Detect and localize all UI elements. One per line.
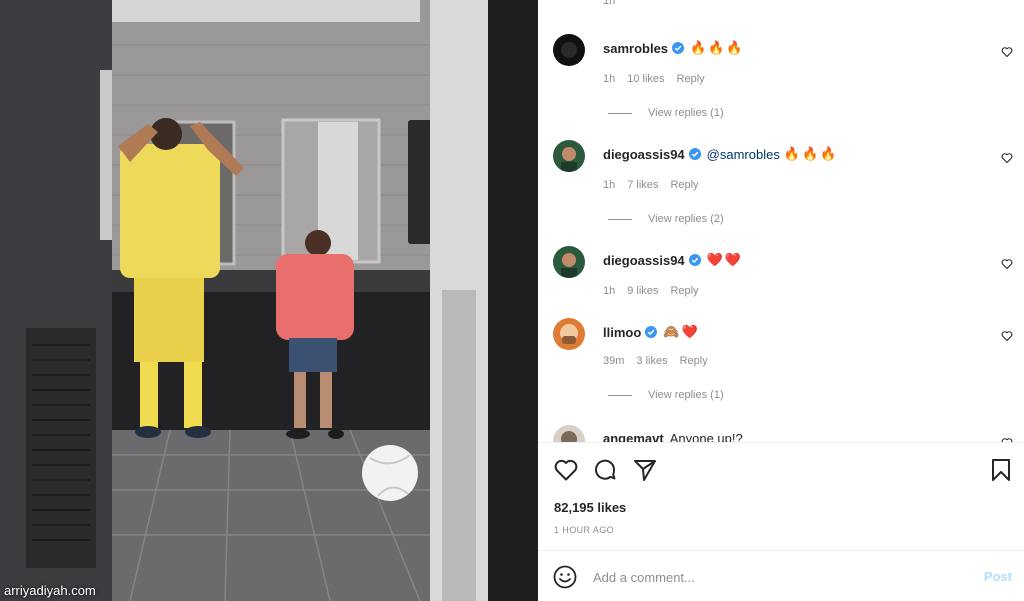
view-replies-label: View replies (1) xyxy=(648,107,724,119)
comment-input[interactable] xyxy=(593,566,963,588)
watermark: arriyadiyah.com xyxy=(4,583,96,598)
reply-button[interactable]: Reply xyxy=(677,73,705,85)
verified-badge-icon xyxy=(645,326,658,338)
comment-username[interactable]: angemavt xyxy=(603,431,664,442)
comment-likes[interactable]: 3 likes xyxy=(636,355,667,367)
comments-list[interactable]: 1h samrobles 🔥 🔥 🔥 1h 10 likes Reply Vie… xyxy=(538,0,1024,442)
comment-time: 1h xyxy=(603,73,616,85)
comment-time: 1h xyxy=(603,285,616,297)
comment-time: 39m xyxy=(603,355,625,367)
view-replies-button[interactable]: View replies (1) xyxy=(608,389,724,401)
comment-likes[interactable]: 10 likes xyxy=(627,73,664,85)
heart-icon[interactable] xyxy=(1001,258,1013,270)
comment-time: 1h xyxy=(603,179,616,191)
fire-emoji: 🔥 xyxy=(820,146,837,161)
previous-comment-time: 1h xyxy=(603,0,616,7)
view-replies-label: View replies (2) xyxy=(648,213,724,225)
comment-likes[interactable]: 7 likes xyxy=(627,179,658,191)
comment-icon[interactable] xyxy=(592,457,618,483)
view-replies-button[interactable]: View replies (2) xyxy=(608,213,724,225)
heart-icon[interactable] xyxy=(1001,330,1013,342)
avatar[interactable] xyxy=(553,425,585,442)
add-comment-bar: Post xyxy=(538,550,1024,601)
heart-icon[interactable] xyxy=(1001,152,1013,164)
post-button[interactable]: Post xyxy=(984,569,1012,584)
reply-button[interactable]: Reply xyxy=(670,179,698,191)
fire-emoji: 🔥 xyxy=(802,146,819,161)
red-heart-emoji: ❤️ xyxy=(706,252,723,267)
post-side-panel: 1h samrobles 🔥 🔥 🔥 1h 10 likes Reply Vie… xyxy=(538,0,1024,601)
see-no-evil-emoji: 🙈 xyxy=(663,324,680,339)
likes-count[interactable]: 82,195 likes xyxy=(554,500,626,515)
post-timestamp: 1 HOUR AGO xyxy=(554,525,615,535)
comment-username[interactable]: llimoo xyxy=(603,325,641,340)
view-replies-button[interactable]: View replies (1) xyxy=(608,107,724,119)
reply-button[interactable]: Reply xyxy=(670,285,698,297)
smiley-icon[interactable] xyxy=(553,565,577,589)
red-heart-emoji: ❤️ xyxy=(681,324,698,339)
comment-username[interactable]: diegoassis94 xyxy=(603,253,685,268)
locker-room-photo xyxy=(0,0,538,601)
comment-likes[interactable]: 9 likes xyxy=(627,285,658,297)
paper-plane-icon[interactable] xyxy=(632,457,658,483)
post-actions: 82,195 likes 1 HOUR AGO xyxy=(538,442,1024,550)
fire-emoji: 🔥 xyxy=(783,146,801,161)
reply-button[interactable]: Reply xyxy=(680,355,708,367)
fire-emoji: 🔥 xyxy=(726,40,743,55)
avatar[interactable] xyxy=(553,140,585,172)
avatar[interactable] xyxy=(553,34,585,66)
fire-emoji: 🔥 xyxy=(708,40,725,55)
comment-text: Anyone up!? xyxy=(669,431,743,442)
heart-icon[interactable] xyxy=(1001,46,1013,58)
bookmark-icon[interactable] xyxy=(988,457,1014,483)
post-photo[interactable]: arriyadiyah.com xyxy=(0,0,538,601)
heart-icon[interactable] xyxy=(553,457,579,483)
comment-username[interactable]: diegoassis94 xyxy=(603,147,685,162)
verified-badge-icon xyxy=(688,148,701,160)
red-heart-emoji: ❤️ xyxy=(724,252,742,267)
verified-badge-icon xyxy=(688,254,701,266)
mention-link[interactable]: @samrobles xyxy=(707,147,780,162)
view-replies-label: View replies (1) xyxy=(648,389,724,401)
verified-badge-icon xyxy=(672,42,685,54)
comment-username[interactable]: samrobles xyxy=(603,41,668,56)
avatar[interactable] xyxy=(553,246,585,278)
fire-emoji: 🔥 xyxy=(690,40,707,55)
avatar[interactable] xyxy=(553,318,585,350)
